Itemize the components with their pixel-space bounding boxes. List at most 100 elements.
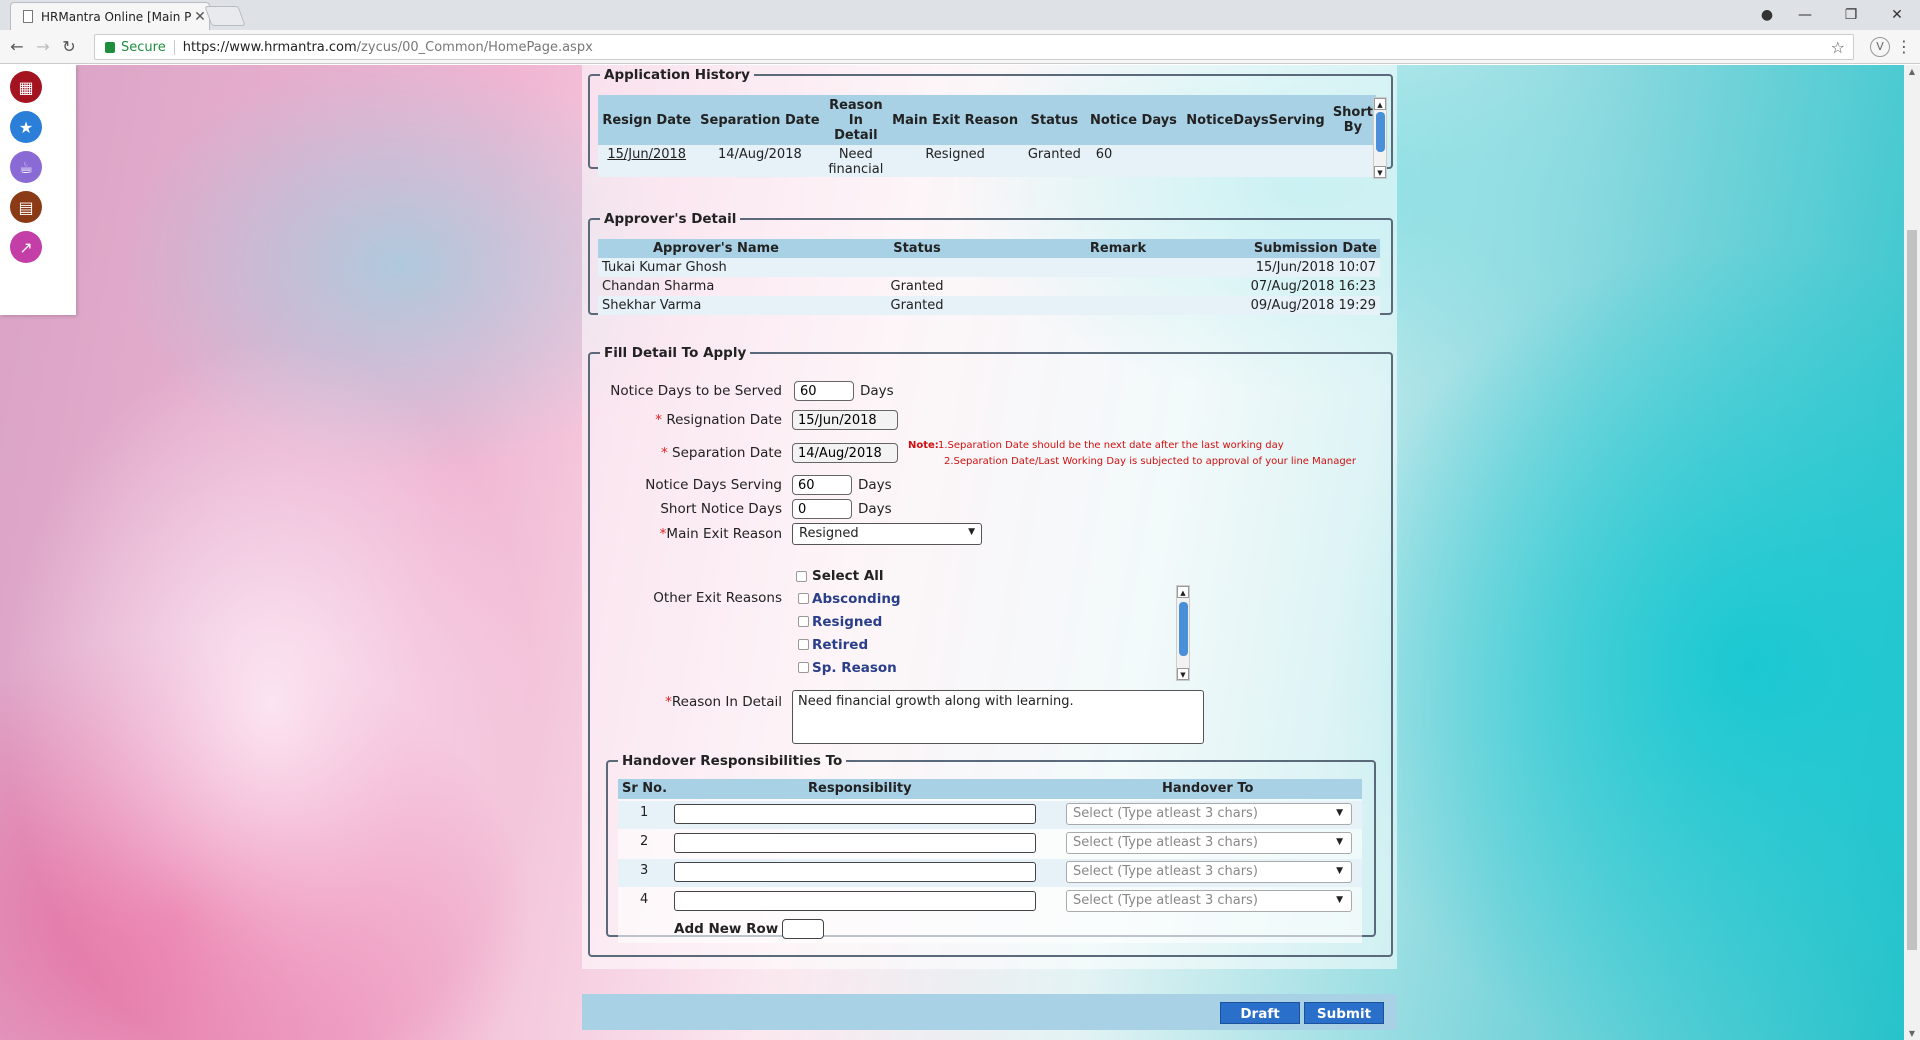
url-path: /zycus/00_Common/HomePage.aspx: [356, 39, 593, 55]
column-header: Status: [1022, 95, 1086, 145]
approver-status: Granted: [890, 298, 944, 313]
chevron-down-icon: ▼: [1336, 837, 1343, 847]
scroll-down-icon[interactable]: ▼: [1904, 1029, 1920, 1038]
coffee-cup-icon[interactable]: ☕: [10, 151, 42, 183]
column-header: Separation Date: [695, 95, 825, 145]
account-icon[interactable]: ●: [1752, 7, 1782, 23]
close-window-icon[interactable]: ✕: [1874, 7, 1920, 23]
scroll-up-icon[interactable]: ▲: [1904, 67, 1920, 76]
notice-days-input[interactable]: [794, 381, 854, 401]
book-icon[interactable]: ▤: [10, 191, 42, 223]
handover-section: Handover Responsibilities To Sr No. Resp…: [606, 753, 1376, 943]
note-title: Note:: [908, 440, 939, 451]
chevron-down-icon: ▼: [1336, 895, 1343, 905]
quick-sidebar: ▦ ★ ☕ ▤ ↗: [0, 65, 76, 315]
approver-date: 15/Jun/2018 10:07: [1255, 260, 1376, 275]
page-scrollbar[interactable]: ▲ ▼: [1904, 65, 1920, 1040]
history-table-wrap: Resign Date Separation Date Reason In De…: [598, 95, 1376, 177]
lock-icon: [105, 41, 115, 53]
sp-reason-checkbox[interactable]: [798, 662, 809, 673]
chevron-down-icon: ▼: [968, 527, 975, 537]
address-bar[interactable]: Secure https://www.hrmantra.com/zycus/00…: [94, 34, 1854, 60]
notice-days-cell: 60: [1095, 147, 1113, 162]
handover-table: Sr No. Responsibility Handover To 1 Sele…: [618, 779, 1362, 943]
scroll-up-icon[interactable]: ▲: [1374, 98, 1386, 110]
absconding-checkbox[interactable]: [798, 593, 809, 604]
short-notice-input[interactable]: [792, 499, 852, 519]
section-title: Approver's Detail: [604, 211, 737, 227]
status-cell: Granted: [1027, 147, 1081, 162]
reload-icon[interactable]: ↻: [56, 37, 82, 56]
back-icon[interactable]: ←: [4, 37, 30, 56]
bookmark-star-icon[interactable]: ☆: [1831, 38, 1845, 57]
approvers-table-wrap: Approver's Name Status Remark Submission…: [598, 239, 1380, 315]
responsibility-input[interactable]: [674, 833, 1036, 853]
column-header: Resign Date: [598, 95, 696, 145]
resign-date-link[interactable]: 15/Jun/2018: [598, 145, 695, 177]
responsibility-input[interactable]: [674, 891, 1036, 911]
short-notice-label: Short Notice Days: [660, 501, 782, 517]
resignation-date-input[interactable]: [792, 410, 898, 430]
history-table: Resign Date Separation Date Reason In De…: [598, 95, 1376, 177]
reason-detail-textarea[interactable]: Need financial growth along with learnin…: [792, 690, 1204, 744]
table-row: 1 Select (Type atleast 3 chars) ▼: [618, 801, 1362, 829]
column-header: Remark: [1000, 239, 1236, 258]
responsibility-input[interactable]: [674, 804, 1036, 824]
separation-date-input[interactable]: [792, 443, 898, 463]
row-number: 3: [640, 863, 649, 878]
notice-serving-input[interactable]: [792, 475, 852, 495]
table-row: Tukai Kumar Ghosh 15/Jun/2018 10:07: [598, 258, 1380, 277]
table-row: 4 Select (Type atleast 3 chars) ▼: [618, 888, 1362, 916]
draft-button[interactable]: Draft: [1220, 1002, 1300, 1024]
scroll-thumb[interactable]: [1376, 112, 1385, 152]
minimize-icon[interactable]: —: [1782, 7, 1828, 23]
add-new-row-label: Add New Row: [674, 921, 779, 937]
scroll-down-icon[interactable]: ▼: [1177, 668, 1189, 680]
resigned-checkbox[interactable]: [798, 616, 809, 627]
responsibility-input[interactable]: [674, 862, 1036, 882]
chart-icon[interactable]: ↗: [10, 231, 42, 263]
browser-tabstrip: HRMantra Online [Main P ✕ ● — ❐ ✕: [0, 0, 1920, 30]
resignation-date-label: * Resignation Date: [655, 412, 782, 428]
calendar-icon[interactable]: ▦: [10, 71, 42, 103]
scroll-up-icon[interactable]: ▲: [1177, 586, 1189, 598]
submit-button[interactable]: Submit: [1304, 1002, 1384, 1024]
row-number: 1: [640, 805, 649, 820]
history-scrollbar[interactable]: ▲ ▼: [1373, 97, 1387, 179]
forward-icon[interactable]: →: [30, 37, 56, 56]
approver-name: Tukai Kumar Ghosh: [602, 260, 727, 275]
reason-cell: Need financial growth: [828, 147, 884, 177]
handover-to-select[interactable]: Select (Type atleast 3 chars) ▼: [1066, 861, 1352, 883]
days-unit: Days: [858, 501, 892, 517]
scroll-thumb[interactable]: [1179, 602, 1188, 656]
handover-to-select[interactable]: Select (Type atleast 3 chars) ▼: [1066, 832, 1352, 854]
restore-icon[interactable]: ❐: [1828, 7, 1874, 23]
column-header: Responsibility: [808, 781, 912, 796]
select-all-checkbox[interactable]: [796, 571, 807, 582]
reason-option[interactable]: Resigned: [812, 614, 882, 630]
menu-icon[interactable]: ⋮: [1896, 37, 1912, 56]
main-exit-reason-select[interactable]: Resigned ▼: [792, 523, 982, 545]
handover-to-select[interactable]: Select (Type atleast 3 chars) ▼: [1066, 803, 1352, 825]
window-controls: ● — ❐ ✕: [1752, 0, 1920, 30]
fill-detail-section: Fill Detail To Apply Notice Days to be S…: [588, 345, 1393, 957]
reason-option[interactable]: Retired: [812, 637, 868, 653]
retired-checkbox[interactable]: [798, 639, 809, 650]
approver-remark: [1000, 258, 1236, 277]
scroll-down-icon[interactable]: ▼: [1374, 166, 1386, 178]
new-tab-button[interactable]: [204, 6, 246, 26]
approver-status: Granted: [890, 279, 944, 294]
add-new-row-input[interactable]: [782, 919, 824, 939]
approver-status: [834, 258, 1000, 277]
scroll-thumb[interactable]: [1907, 230, 1917, 950]
extension-icon[interactable]: V: [1870, 37, 1890, 57]
handover-to-select[interactable]: Select (Type atleast 3 chars) ▼: [1066, 890, 1352, 912]
star-icon[interactable]: ★: [10, 111, 42, 143]
reason-option[interactable]: Absconding: [812, 591, 901, 607]
column-header: Status: [834, 239, 1000, 258]
row-number: 2: [640, 834, 649, 849]
reasons-scrollbar[interactable]: ▲ ▼: [1176, 585, 1190, 681]
browser-tab[interactable]: HRMantra Online [Main P ✕: [10, 2, 210, 30]
approver-name: Chandan Sharma: [602, 279, 715, 294]
reason-option[interactable]: Sp. Reason: [812, 660, 897, 676]
